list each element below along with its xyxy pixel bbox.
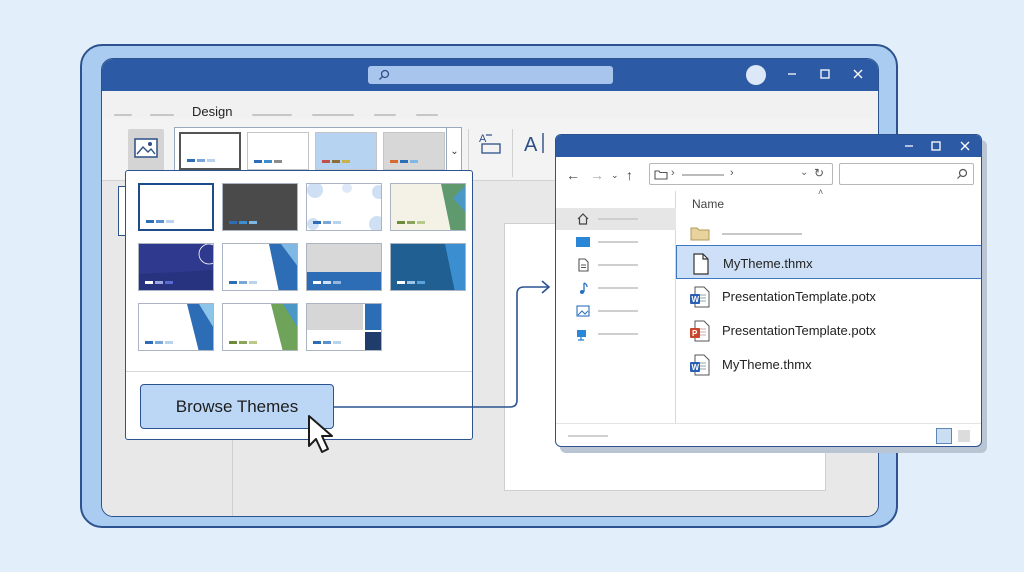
list-item-file[interactable]: P PresentationTemplate.potx bbox=[676, 313, 981, 347]
svg-text:P: P bbox=[692, 329, 698, 338]
recent-chevron-icon[interactable]: ⌄ bbox=[611, 170, 619, 181]
up-arrow-icon[interactable]: ↑ bbox=[626, 167, 633, 183]
status-placeholder bbox=[568, 435, 608, 437]
search-icon bbox=[957, 168, 968, 179]
status-bar bbox=[556, 423, 981, 446]
folder-icon bbox=[690, 227, 710, 241]
column-header-name[interactable]: Name bbox=[692, 197, 724, 211]
forward-arrow-icon[interactable]: → bbox=[590, 167, 604, 183]
tiles-view-icon[interactable] bbox=[958, 430, 970, 442]
explorer-search-box[interactable] bbox=[839, 163, 974, 185]
svg-text:W: W bbox=[692, 295, 700, 304]
home-icon bbox=[577, 213, 589, 225]
nav-item-desktop[interactable] bbox=[556, 231, 676, 253]
nav-item-pictures[interactable] bbox=[556, 300, 676, 322]
maximize-icon[interactable] bbox=[929, 139, 943, 153]
breadcrumb-separator: › bbox=[671, 167, 675, 179]
nav-item-music[interactable] bbox=[556, 277, 676, 299]
address-bar[interactable]: › › ⌄ ↻ bbox=[649, 163, 833, 185]
documents-icon bbox=[578, 258, 589, 272]
close-icon[interactable] bbox=[958, 139, 972, 153]
refresh-icon[interactable]: ↻ bbox=[814, 166, 824, 180]
nav-item-documents[interactable] bbox=[556, 254, 676, 276]
file-name: PresentationTemplate.potx bbox=[722, 289, 876, 304]
file-name: PresentationTemplate.potx bbox=[722, 323, 876, 338]
nav-item-network[interactable] bbox=[556, 323, 676, 345]
folder-name-placeholder bbox=[722, 233, 802, 235]
word-file-icon: W bbox=[690, 286, 710, 308]
navigation-pane bbox=[556, 191, 676, 423]
folder-icon bbox=[654, 170, 668, 180]
music-icon bbox=[580, 282, 588, 294]
powerpoint-file-icon: P bbox=[690, 320, 710, 342]
list-item-file[interactable]: W MyTheme.thmx bbox=[676, 347, 981, 381]
address-dropdown-icon[interactable]: ⌄ bbox=[800, 167, 808, 178]
network-icon bbox=[577, 330, 586, 341]
sort-caret-icon: ˄ bbox=[818, 187, 824, 197]
list-item-file[interactable]: W PresentationTemplate.potx bbox=[676, 279, 981, 313]
breadcrumb-placeholder bbox=[682, 174, 724, 176]
desktop-icon bbox=[576, 237, 590, 247]
details-view-icon[interactable] bbox=[936, 428, 952, 444]
file-explorer-window: ← → ⌄ ↑ › › ⌄ ↻ ˄ Name MyTheme.thmx W Pr… bbox=[555, 134, 982, 447]
file-icon bbox=[693, 253, 709, 275]
pictures-icon bbox=[576, 305, 590, 317]
list-item-file[interactable]: MyTheme.thmx bbox=[676, 245, 981, 279]
cursor-icon bbox=[308, 415, 333, 453]
word-file-icon: W bbox=[690, 354, 710, 376]
minimize-icon[interactable] bbox=[902, 139, 916, 153]
file-name: MyTheme.thmx bbox=[723, 256, 813, 271]
list-item-folder[interactable] bbox=[676, 215, 981, 249]
explorer-title-bar bbox=[556, 135, 981, 157]
back-arrow-icon[interactable]: ← bbox=[566, 167, 580, 183]
breadcrumb-separator: › bbox=[730, 167, 734, 179]
nav-item-home[interactable] bbox=[556, 208, 676, 230]
file-name: MyTheme.thmx bbox=[722, 357, 812, 372]
svg-text:W: W bbox=[692, 363, 700, 372]
